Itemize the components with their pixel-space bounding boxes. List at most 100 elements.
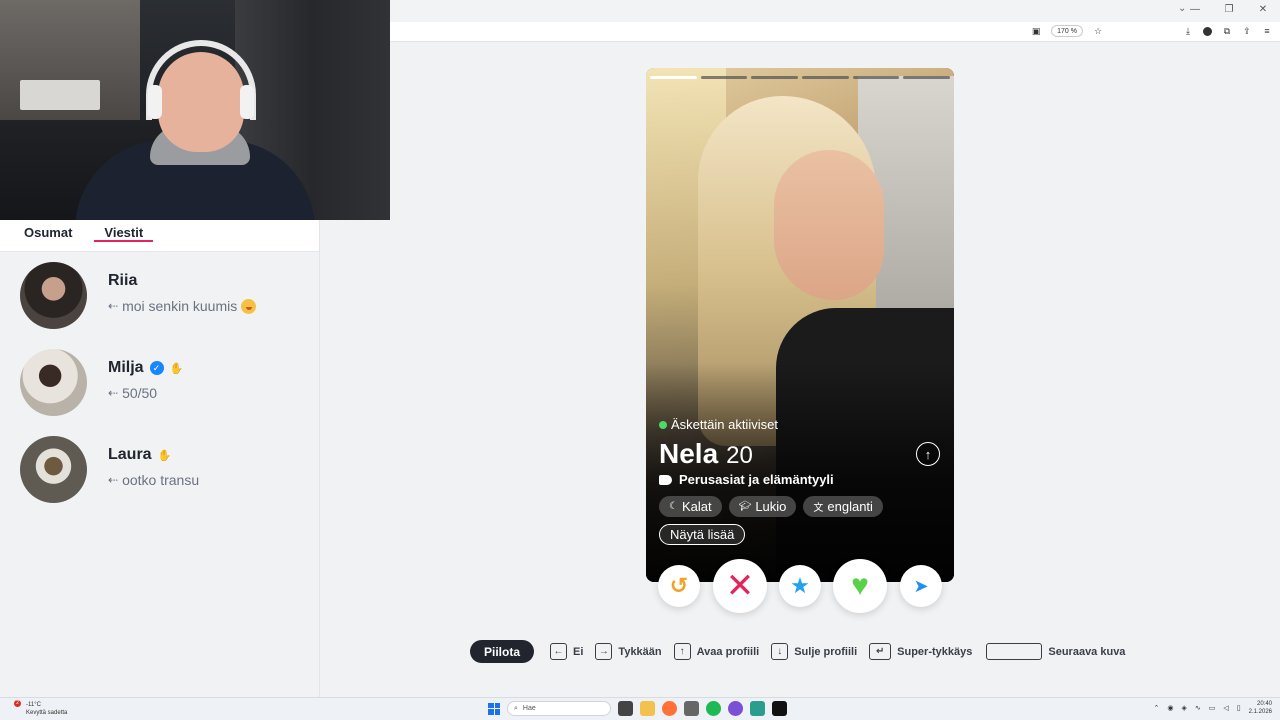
tab-messages[interactable]: Viestit	[94, 220, 153, 252]
hide-shortcuts-button[interactable]: Piilota	[470, 640, 535, 663]
shortcut-label: Sulje profiili	[794, 645, 858, 658]
shortcut-open-profile: ↑ Avaa profiili	[673, 643, 760, 660]
profile-name-line: Nela 20	[659, 438, 753, 470]
profile-icon[interactable]	[1203, 26, 1212, 36]
photo-progress-segment[interactable]	[650, 76, 697, 79]
app-icon[interactable]	[728, 701, 743, 716]
send-icon: ➤	[913, 575, 929, 596]
address-bar-tools: ▣ 170 % ☆ ⤓ ⧉ ⇪ ≡	[1031, 25, 1272, 37]
minimize-button[interactable]: —	[1188, 4, 1202, 15]
super-like-button[interactable]: ★	[779, 565, 821, 607]
bookmark-star-icon[interactable]: ☆	[1093, 26, 1103, 36]
zoom-indicator[interactable]: 170 %	[1051, 25, 1083, 37]
photo-progress-bars	[650, 76, 951, 79]
download-icon[interactable]: ⤓	[1183, 26, 1193, 36]
tray-app-icon[interactable]: ◈	[1182, 704, 1187, 712]
taskbar-apps: ⌕ Hae	[488, 701, 787, 716]
weather-widget[interactable]: 2 -11°C Kevyttä sadetta	[12, 700, 67, 717]
open-profile-button[interactable]: ↑	[916, 442, 940, 466]
messages-sidebar: Osumat Viestit Riia ⇠ moi senkin kuumis …	[0, 220, 320, 697]
tray-app-icon[interactable]: ◉	[1167, 704, 1173, 712]
online-dot-icon	[659, 420, 667, 429]
shortcut-label: Avaa profiili	[696, 645, 760, 658]
activity-text: Äskettäin aktiiviset	[671, 417, 778, 432]
avatar	[20, 262, 87, 329]
nvidia-icon[interactable]	[772, 701, 787, 716]
shortcut-label: Ei	[573, 645, 584, 658]
chevron-up-icon[interactable]: ⌃	[1154, 704, 1160, 712]
photo-progress-segment[interactable]	[751, 76, 799, 79]
notification-badge: 2	[14, 700, 21, 707]
avatar	[20, 349, 87, 416]
wave-hand-icon: ✋	[169, 362, 184, 375]
volume-icon[interactable]: ◁	[1223, 704, 1228, 712]
photo-progress-segment[interactable]	[852, 76, 900, 79]
show-more-button[interactable]: Näytä lisää	[659, 524, 746, 545]
chip-zodiac: ☾ Kalat	[659, 496, 722, 517]
windows-taskbar: 2 -11°C Kevyttä sadetta ⌕ Hae ⌃ ◉ ◈ ∿ ▭ ◁…	[0, 697, 1280, 720]
network-icon[interactable]: ▭	[1209, 704, 1216, 712]
extensions-icon[interactable]: ⧉	[1222, 26, 1232, 36]
shortcut-label: Seuraava kuva	[1048, 645, 1126, 658]
firefox-icon[interactable]	[662, 701, 677, 716]
verified-badge-icon: ✓	[149, 361, 164, 375]
chip-label: Kalat	[681, 499, 712, 514]
heart-icon: ♥	[851, 569, 869, 602]
share-icon[interactable]: ⇪	[1242, 26, 1252, 36]
keyboard-shortcuts-bar: Piilota ← Ei → Tykkään ↑ Avaa profiili ↓ Sul…	[470, 640, 1137, 663]
windows-start-icon[interactable]	[488, 702, 500, 715]
close-window-button[interactable]: ✕	[1256, 4, 1270, 15]
tag-icon	[659, 474, 672, 485]
shortcut-label: Super-tykkäys	[897, 645, 973, 658]
boost-button[interactable]: ➤	[900, 565, 942, 607]
photo-progress-segment[interactable]	[802, 76, 849, 79]
shortcut-label: Tykkään	[618, 645, 662, 658]
task-view-icon[interactable]	[618, 701, 633, 716]
battery-icon[interactable]: ▯	[1237, 704, 1241, 712]
menu-icon[interactable]: ≡	[1262, 26, 1272, 36]
up-arrow-key-icon: ↑	[673, 643, 691, 660]
chip-language: 文 englanti	[803, 496, 883, 517]
tab-matches[interactable]: Osumat	[24, 220, 76, 252]
app-icon[interactable]	[750, 701, 765, 716]
reply-arrow-icon: ⇠	[108, 473, 119, 487]
profile-chips: ☾ Kalat 🎓︎ Lukio 文 englanti	[659, 496, 883, 517]
weather-temp: -11°C	[26, 702, 41, 708]
nope-button[interactable]: ✕	[713, 559, 767, 613]
star-icon: ★	[790, 573, 810, 598]
activity-status: Äskettäin aktiiviset	[659, 417, 778, 432]
spotify-icon[interactable]	[706, 701, 721, 716]
photo-progress-segment[interactable]	[903, 76, 951, 79]
basics-label: Perusasiat ja elämäntyyli	[679, 472, 834, 487]
moon-icon: ☾	[669, 501, 678, 512]
tab-search-chevron-icon[interactable]: ⌄	[1178, 3, 1186, 14]
taskbar-search[interactable]: ⌕ Hae	[507, 701, 611, 716]
conversation-item[interactable]: Milja ✓ ✋ ⇠ 50/50	[20, 349, 183, 416]
rewind-icon: ↺	[669, 573, 689, 598]
restore-button[interactable]: ❐	[1222, 4, 1236, 15]
address-bar[interactable]: ▣ 170 % ☆ ⤓ ⧉ ⇪ ≡	[390, 22, 1280, 42]
tray-app-icon[interactable]: ∿	[1195, 704, 1201, 712]
profile-card[interactable]: Äskettäin aktiiviset Nela 20 ↑ Perusasia…	[646, 68, 954, 582]
browser-titlebar: ⌄ — ❐ ✕	[390, 0, 1280, 22]
conversation-item[interactable]: Laura ✋ ⇠ ootko transu	[20, 436, 199, 503]
window-controls: — ❐ ✕	[1188, 4, 1270, 15]
photo-progress-segment[interactable]	[700, 76, 748, 79]
conversation-item[interactable]: Riia ⇠ moi senkin kuumis	[20, 262, 257, 329]
file-explorer-icon[interactable]	[640, 701, 655, 716]
shortcut-like: → Tykkään	[595, 643, 662, 660]
profile-age: 20	[726, 442, 753, 469]
search-icon: ⌕	[514, 704, 518, 712]
chip-education: 🎓︎ Lukio	[728, 496, 797, 517]
reader-mode-icon[interactable]: ▣	[1031, 26, 1041, 36]
left-arrow-key-icon: ←	[550, 643, 568, 660]
avatar	[20, 436, 87, 503]
right-arrow-key-icon: →	[595, 643, 613, 660]
rewind-button[interactable]: ↺	[658, 565, 700, 607]
reply-arrow-icon: ⇠	[108, 299, 119, 313]
chip-label: englanti	[827, 499, 873, 514]
app-icon[interactable]	[684, 701, 699, 716]
profile-name: Nela	[659, 438, 719, 469]
clock[interactable]: 20:40 2.1.2026	[1249, 700, 1272, 716]
like-button[interactable]: ♥	[833, 559, 887, 613]
